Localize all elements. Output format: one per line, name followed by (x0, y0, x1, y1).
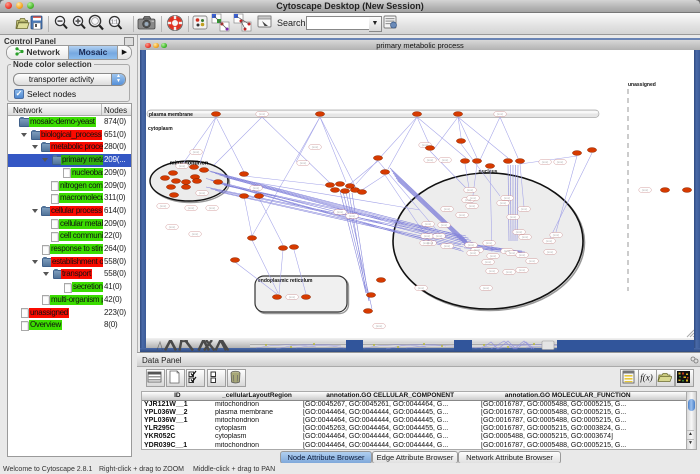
svg-text:f(x): f(x) (640, 373, 653, 383)
svg-text:(xxx): (xxx) (500, 201, 507, 205)
svg-text:(xxx): (xxx) (642, 188, 649, 192)
svg-text:(xxx): (xxx) (349, 214, 356, 218)
svg-text:(xxx): (xxx) (490, 254, 497, 258)
svg-text:(xxx): (xxx) (424, 234, 431, 238)
svg-text:(xxx): (xxx) (519, 268, 526, 272)
svg-text:(xxx): (xxx) (470, 251, 477, 255)
svg-text:(xxx): (xxx) (497, 112, 504, 116)
svg-text:(xxx): (xxx) (459, 213, 466, 217)
svg-text:(xxx): (xxx) (506, 270, 513, 274)
svg-text:(xxx): (xxx) (199, 191, 206, 195)
svg-text:cytoplasm: cytoplasm (148, 126, 173, 132)
svg-text:endoplasmic reticulum: endoplasmic reticulum (258, 278, 313, 284)
svg-text:(xxx): (xxx) (312, 145, 319, 149)
svg-text:(xxx): (xxx) (504, 196, 511, 200)
svg-text:unassigned: unassigned (628, 82, 656, 88)
svg-text:(xxx): (xxx) (547, 250, 554, 254)
svg-text:(xxx): (xxx) (529, 259, 536, 263)
svg-text:(xxx): (xxx) (519, 253, 526, 257)
svg-text:(xxx): (xxx) (188, 206, 195, 210)
svg-text:(xxx): (xxx) (444, 207, 451, 211)
svg-text:(xxx): (xxx) (160, 204, 167, 208)
svg-text:(xxx): (xxx) (169, 225, 176, 229)
svg-text:(xxx): (xxx) (425, 222, 432, 226)
svg-text:(xxx): (xxx) (509, 251, 516, 255)
svg-text:(xxx): (xxx) (521, 207, 528, 211)
svg-text:(xxx): (xxx) (179, 164, 186, 168)
svg-text:(xxx): (xxx) (510, 215, 517, 219)
svg-text:(xxx): (xxx) (376, 324, 383, 328)
svg-text:nucleus: nucleus (479, 169, 498, 175)
svg-text:(xxx): (xxx) (442, 158, 449, 162)
svg-text:(xxx): (xxx) (259, 112, 266, 116)
svg-text:(xxx): (xxx) (553, 233, 560, 237)
svg-text:(xxx): (xxx) (546, 239, 553, 243)
svg-text:(xxx): (xxx) (289, 295, 296, 299)
svg-text:(xxx): (xxx) (427, 158, 434, 162)
svg-text:(xxx): (xxx) (444, 244, 451, 248)
svg-text:(xxx): (xxx) (337, 210, 344, 214)
svg-text:(xxx): (xxx) (300, 161, 307, 165)
svg-text:(xxx): (xxx) (418, 286, 425, 290)
svg-text:(xxx): (xxx) (557, 160, 564, 164)
svg-text:(xxx): (xxx) (542, 160, 549, 164)
svg-text:(xxx): (xxx) (467, 188, 474, 192)
svg-text:(xxx): (xxx) (470, 196, 477, 200)
svg-text:(xxx): (xxx) (522, 235, 529, 239)
svg-text:(xxx): (xxx) (486, 241, 493, 245)
svg-text:plasma membrane: plasma membrane (149, 112, 193, 118)
svg-text:(xxx): (xxx) (192, 232, 199, 236)
svg-text:1:1: 1:1 (111, 20, 118, 26)
svg-text:(xxx): (xxx) (469, 204, 476, 208)
svg-text:(xxx): (xxx) (483, 286, 490, 290)
svg-text:(xxx): (xxx) (209, 206, 216, 210)
svg-text:(xxx): (xxx) (489, 269, 496, 273)
svg-text:(xxx): (xxx) (253, 186, 260, 190)
svg-text:(xxx): (xxx) (423, 241, 430, 245)
svg-text:(xxx): (xxx) (468, 243, 475, 247)
svg-text:(xxx): (xxx) (485, 260, 492, 264)
svg-text:(xxx): (xxx) (436, 234, 443, 238)
svg-text:(xxx): (xxx) (193, 150, 200, 154)
svg-text:(xxx): (xxx) (516, 230, 523, 234)
svg-text:(xxx): (xxx) (441, 223, 448, 227)
